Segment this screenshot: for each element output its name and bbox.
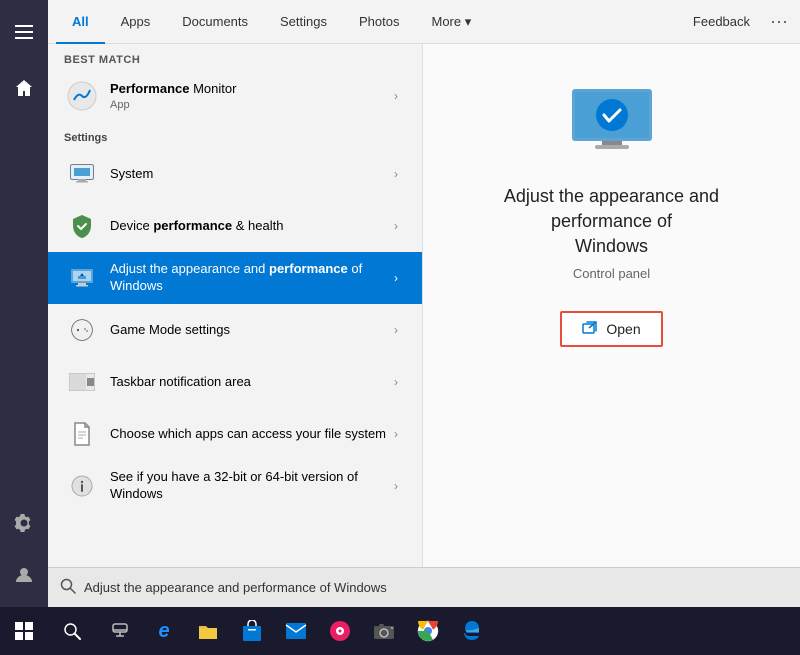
result-taskbar-notification[interactable]: Taskbar notification area ›: [48, 356, 422, 408]
taskbar-edge[interactable]: [452, 607, 492, 655]
chrome-icon: [417, 620, 439, 642]
result-bit-version[interactable]: See if you have a 32-bit or 64-bit versi…: [48, 460, 422, 512]
info-icon: [64, 468, 100, 504]
device-performance-title: Device performance & health: [110, 218, 386, 235]
result-game-mode[interactable]: Game Mode settings ›: [48, 304, 422, 356]
sidebar-home[interactable]: [0, 64, 48, 112]
shield-icon: [64, 208, 100, 244]
system-text: System: [110, 166, 386, 183]
result-choose-apps[interactable]: Choose which apps can access your file s…: [48, 408, 422, 460]
tab-documents[interactable]: Documents: [166, 0, 264, 44]
adjust-appearance-icon: [64, 260, 100, 296]
camera-icon: [373, 621, 395, 641]
result-performance-monitor[interactable]: Performance Monitor App ›: [48, 70, 422, 122]
detail-icon-area: [567, 84, 657, 164]
more-dots-button[interactable]: ···: [766, 7, 792, 36]
taskbar-explorer[interactable]: [188, 607, 228, 655]
best-match-label: Best match: [48, 44, 422, 70]
performance-monitor-title: Performance Monitor: [110, 81, 386, 98]
game-mode-arrow: ›: [386, 320, 406, 340]
game-mode-icon: [64, 312, 100, 348]
tab-photos[interactable]: Photos: [343, 0, 415, 44]
taskbar-notification-arrow: ›: [386, 372, 406, 392]
windows-logo: [15, 622, 33, 640]
sidebar-hamburger[interactable]: [0, 8, 48, 56]
taskbar-mail[interactable]: [276, 607, 316, 655]
detail-title: Adjust the appearance and performance of…: [453, 184, 770, 260]
taskbar-groove[interactable]: [320, 607, 360, 655]
ie-icon: e: [158, 620, 169, 643]
start-button[interactable]: [0, 607, 48, 655]
performance-monitor-text: Performance Monitor App: [110, 81, 386, 111]
performance-monitor-subtitle: App: [110, 99, 386, 111]
bit-version-arrow: ›: [386, 476, 406, 496]
result-adjust-appearance[interactable]: Adjust the appearance and performance of…: [48, 252, 422, 304]
tab-all[interactable]: All: [56, 0, 105, 44]
open-button[interactable]: Open: [560, 311, 662, 347]
search-ui: All Apps Documents Settings Photos More …: [48, 0, 800, 607]
result-device-performance[interactable]: Device performance & health ›: [48, 200, 422, 252]
taskbar-notification-title: Taskbar notification area: [110, 374, 386, 391]
groove-icon: [329, 620, 351, 642]
tabs-right: Feedback ···: [685, 7, 792, 36]
adjust-appearance-text: Adjust the appearance and performance of…: [110, 261, 386, 295]
main-content: Best match Performance Monitor App › Set…: [48, 44, 800, 607]
tabs-bar: All Apps Documents Settings Photos More …: [48, 0, 800, 44]
open-icon: [582, 321, 598, 337]
tab-more[interactable]: More ▾: [415, 0, 487, 44]
taskbar-camera[interactable]: [364, 607, 404, 655]
bit-version-title: See if you have a 32-bit or 64-bit versi…: [110, 469, 386, 503]
settings-section-label: Settings: [48, 122, 422, 148]
adjust-appearance-arrow: ›: [386, 268, 406, 288]
folder-icon: [197, 621, 219, 641]
taskbar-search-icon: [63, 622, 81, 640]
taskbar-search-button[interactable]: [48, 607, 96, 655]
performance-monitor-icon: [64, 78, 100, 114]
search-bar: Adjust the appearance and performance of…: [48, 567, 800, 607]
device-performance-text: Device performance & health: [110, 218, 386, 235]
device-performance-arrow: ›: [386, 216, 406, 236]
store-icon: [242, 620, 262, 642]
sidebar-user[interactable]: [0, 551, 48, 599]
taskbar-store[interactable]: [232, 607, 272, 655]
sidebar-bottom-group: [0, 499, 48, 599]
detail-panel: Adjust the appearance and performance of…: [423, 44, 800, 607]
game-mode-title: Game Mode settings: [110, 322, 386, 339]
taskbar: e: [0, 607, 800, 655]
system-icon: [64, 156, 100, 192]
performance-monitor-arrow: ›: [386, 86, 406, 106]
edge-icon: [461, 620, 483, 642]
system-arrow: ›: [386, 164, 406, 184]
game-mode-text: Game Mode settings: [110, 322, 386, 339]
taskbar-icon: [64, 364, 100, 400]
taskbar-cortana[interactable]: [100, 607, 140, 655]
taskbar-cortana-icon: [109, 620, 131, 642]
tab-settings[interactable]: Settings: [264, 0, 343, 44]
detail-monitor-icon: [567, 84, 657, 159]
choose-apps-arrow: ›: [386, 424, 406, 444]
bit-version-text: See if you have a 32-bit or 64-bit versi…: [110, 469, 386, 503]
sidebar-settings[interactable]: [0, 499, 48, 547]
detail-subtitle: Control panel: [573, 266, 650, 281]
open-label: Open: [606, 321, 640, 337]
feedback-button[interactable]: Feedback: [685, 10, 758, 33]
results-panel: Best match Performance Monitor App › Set…: [48, 44, 423, 607]
tab-apps[interactable]: Apps: [105, 0, 167, 44]
search-bar-icon: [60, 578, 76, 597]
mail-icon: [285, 622, 307, 640]
search-bar-text: Adjust the appearance and performance of…: [84, 580, 387, 595]
taskbar-icons: e: [100, 607, 492, 655]
adjust-appearance-title: Adjust the appearance and performance of…: [110, 261, 386, 295]
file-icon: [64, 416, 100, 452]
taskbar-notification-text: Taskbar notification area: [110, 374, 386, 391]
system-title: System: [110, 166, 386, 183]
choose-apps-text: Choose which apps can access your file s…: [110, 426, 386, 443]
result-system[interactable]: System ›: [48, 148, 422, 200]
taskbar-ie[interactable]: e: [144, 607, 184, 655]
sidebar: [0, 0, 48, 607]
taskbar-chrome[interactable]: [408, 607, 448, 655]
choose-apps-title: Choose which apps can access your file s…: [110, 426, 386, 443]
